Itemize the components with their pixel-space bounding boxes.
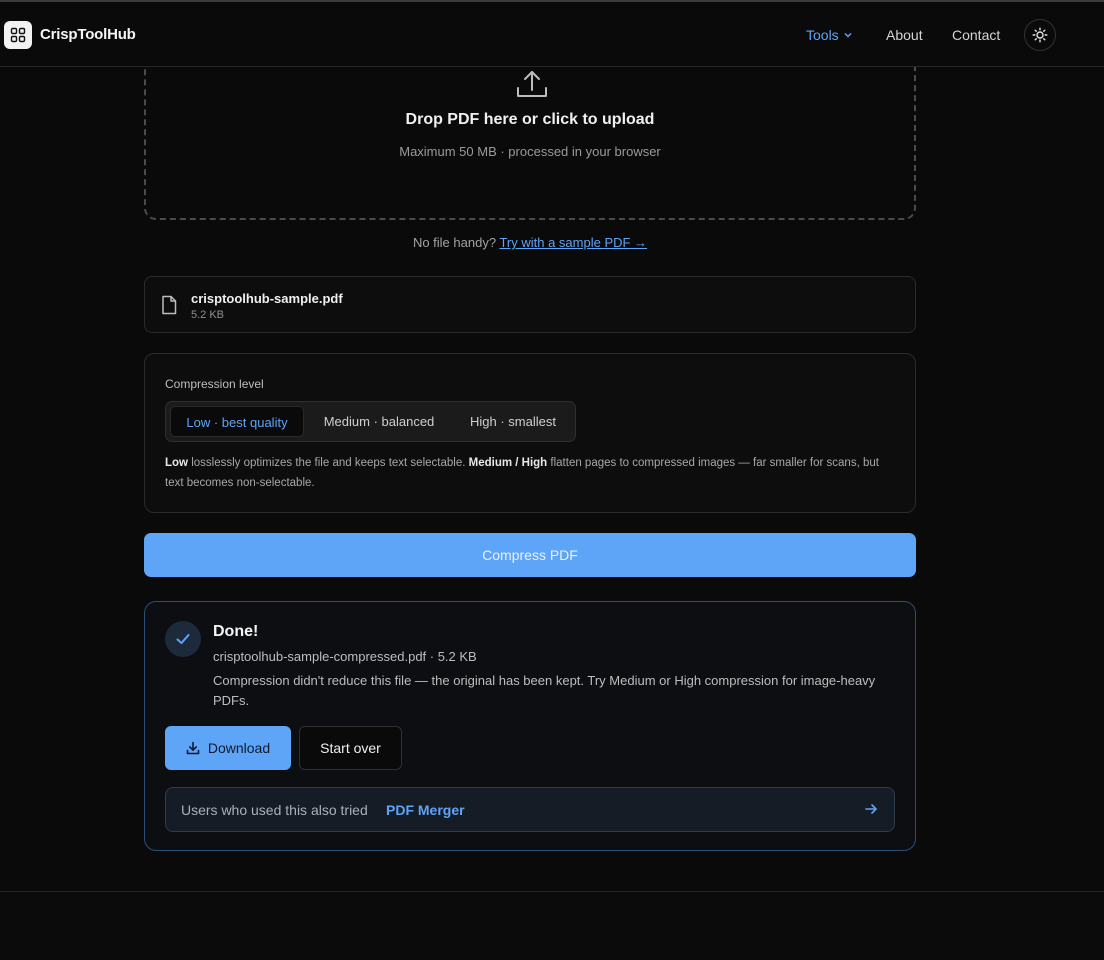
suggestion-prefix: Users who used this also tried (181, 802, 368, 818)
check-icon (176, 634, 190, 644)
desc-low-term: Low (165, 457, 188, 469)
upload-icon (517, 71, 547, 97)
chevron-down-icon (844, 32, 852, 38)
arrow-right-icon (865, 804, 877, 814)
compression-level-selector: Low · best quality Medium · balanced Hig… (165, 401, 576, 442)
sample-prompt: No file handy? Try with a sample PDF → (144, 235, 916, 250)
nav-tools-dropdown[interactable]: Tools (806, 27, 853, 43)
download-label: Download (207, 740, 271, 756)
sun-icon (1032, 27, 1048, 43)
compression-option-medium[interactable]: Medium · balanced (308, 406, 450, 437)
compression-level-label: Compression level (165, 377, 264, 391)
theme-toggle-button[interactable] (1024, 19, 1056, 51)
compress-pdf-button[interactable]: Compress PDF (144, 533, 916, 577)
compression-option-high[interactable]: High · smallest (454, 406, 572, 437)
file-size: 5.2 KB (191, 309, 225, 321)
download-icon (186, 741, 200, 755)
compression-option-low[interactable]: Low · best quality (170, 406, 304, 437)
sample-prefix: No file handy? (412, 235, 497, 250)
brand-name[interactable]: CrispToolHub (40, 26, 136, 43)
file-icon (162, 295, 177, 315)
result-card: Done! crisptoolhub-sample-compressed.pdf… (144, 601, 916, 851)
desc-medhigh-term: Medium / High (468, 457, 548, 469)
file-name: crisptoolhub-sample.pdf (191, 291, 343, 306)
result-title: Done! (213, 623, 259, 640)
dropzone-title: Drop PDF here or click to upload (405, 111, 655, 128)
selected-file-card: crisptoolhub-sample.pdf 5.2 KB (144, 276, 916, 333)
grid-icon[interactable] (4, 21, 32, 49)
download-button[interactable]: Download (165, 726, 291, 770)
result-message: Compression didn't reduce this file — th… (213, 673, 876, 708)
success-badge (165, 621, 201, 657)
compression-settings-card: Compression level Low · best quality Med… (144, 353, 916, 513)
sample-pdf-link[interactable]: Try with a sample PDF → (499, 235, 647, 250)
desc-part1: losslessly optimizes the file and keeps … (188, 457, 469, 469)
result-file-info: crisptoolhub-sample-compressed.pdf · 5.2… (213, 649, 477, 664)
top-nav: CrispToolHub Tools About Contact (0, 0, 1104, 67)
compression-description: Low losslessly optimizes the file and ke… (165, 453, 885, 493)
dropzone-subtitle: Maximum 50 MB · processed in your browse… (399, 144, 661, 159)
related-tool-suggestion[interactable]: Users who used this also tried PDF Merge… (165, 787, 895, 832)
page-footer (0, 891, 1104, 960)
pdf-merger-link[interactable]: PDF Merger (386, 802, 465, 818)
nav-tools-label: Tools (806, 27, 839, 43)
nav-about-link[interactable]: About (886, 27, 923, 43)
start-over-button[interactable]: Start over (299, 726, 402, 770)
nav-contact-link[interactable]: Contact (952, 27, 1000, 43)
